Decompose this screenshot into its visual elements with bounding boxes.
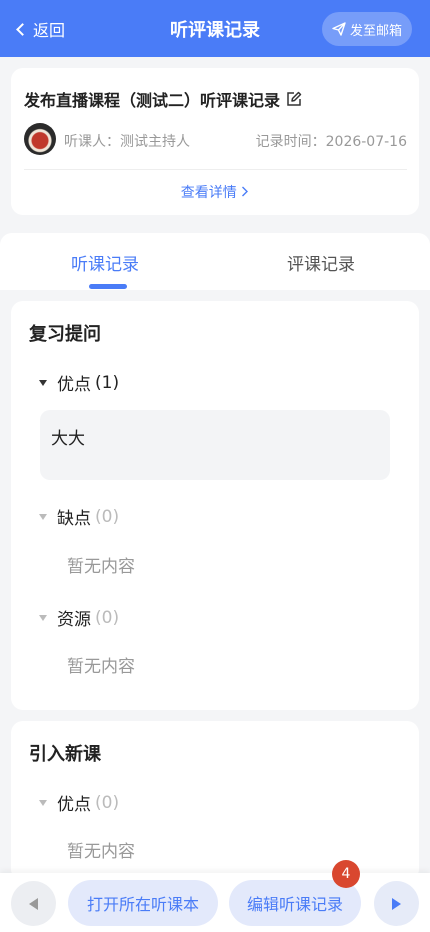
course-card: 发布直播课程（测试二）听评课记录 听课人：测试主持人 记录时间：2026-07-… bbox=[11, 68, 419, 215]
item-count: (0) bbox=[95, 607, 120, 628]
item-label: 缺点 bbox=[57, 509, 91, 529]
chevron-right-icon bbox=[242, 186, 249, 197]
item-label: 优点 bbox=[57, 795, 91, 815]
send-to-email-label: 发至邮箱 bbox=[349, 23, 402, 39]
course-title: 发布直播课程（测试二）听评课记录 bbox=[24, 87, 302, 111]
next-button[interactable] bbox=[374, 881, 419, 926]
prev-button[interactable] bbox=[11, 881, 56, 926]
content-box: 大大 bbox=[40, 410, 390, 480]
triangle-down-icon bbox=[39, 379, 47, 386]
view-details-label: 查看详情 bbox=[180, 185, 237, 201]
triangle-down-icon bbox=[39, 799, 47, 806]
triangle-down-icon bbox=[39, 614, 47, 621]
item-count: (0) bbox=[95, 506, 120, 527]
next-icon bbox=[392, 897, 401, 910]
empty-text: 暂无内容 bbox=[67, 842, 135, 862]
tab-evaluate-record[interactable]: 评课记录 bbox=[287, 250, 355, 275]
item-label: 资源 bbox=[57, 610, 91, 630]
item-label: 优点 bbox=[57, 375, 91, 395]
item-weaknesses[interactable]: 缺点 (0) bbox=[39, 504, 119, 529]
tab-listen-record[interactable]: 听课记录 bbox=[71, 250, 139, 275]
listener-info: 听课人：测试主持人 bbox=[64, 134, 190, 150]
item-strengths[interactable]: 优点 (0) bbox=[39, 790, 119, 815]
divider bbox=[24, 169, 407, 170]
triangle-down-icon bbox=[39, 513, 47, 520]
edit-icon[interactable] bbox=[286, 91, 302, 107]
section-title: 引入新课 bbox=[29, 744, 101, 765]
empty-text: 暂无内容 bbox=[67, 557, 135, 577]
prev-icon bbox=[29, 897, 38, 910]
navbar: 返回 听评课记录 发至邮箱 bbox=[0, 0, 430, 57]
item-count: (0) bbox=[95, 792, 120, 813]
bottom-bar: 打开所在听课本 编辑听课记录 bbox=[0, 873, 430, 932]
record-time: 记录时间：2026-07-16 bbox=[255, 134, 407, 150]
send-icon bbox=[332, 22, 346, 36]
send-to-email-button[interactable]: 发至邮箱 bbox=[322, 12, 412, 46]
empty-text: 暂无内容 bbox=[67, 657, 135, 677]
avatar bbox=[24, 123, 56, 155]
course-title-text: 发布直播课程（测试二）听评课记录 bbox=[24, 91, 281, 110]
tab-bar: 听课记录 评课记录 bbox=[0, 233, 430, 290]
item-strengths[interactable]: 优点 (1) bbox=[39, 370, 119, 395]
open-notebook-button[interactable]: 打开所在听课本 bbox=[68, 880, 218, 926]
section-review-questions: 复习提问 优点 (1) 大大 缺点 (0) 暂无内容 资源 (0) 暂无内容 bbox=[11, 301, 419, 710]
section-introduce-new-lesson: 引入新课 优点 (0) 暂无内容 bbox=[11, 721, 419, 881]
notification-badge: 4 bbox=[332, 860, 360, 888]
view-details-link[interactable]: 查看详情 bbox=[11, 182, 419, 202]
item-count: (1) bbox=[95, 372, 120, 393]
tab-indicator bbox=[89, 284, 127, 289]
item-resources[interactable]: 资源 (0) bbox=[39, 605, 119, 630]
section-title: 复习提问 bbox=[29, 324, 101, 345]
